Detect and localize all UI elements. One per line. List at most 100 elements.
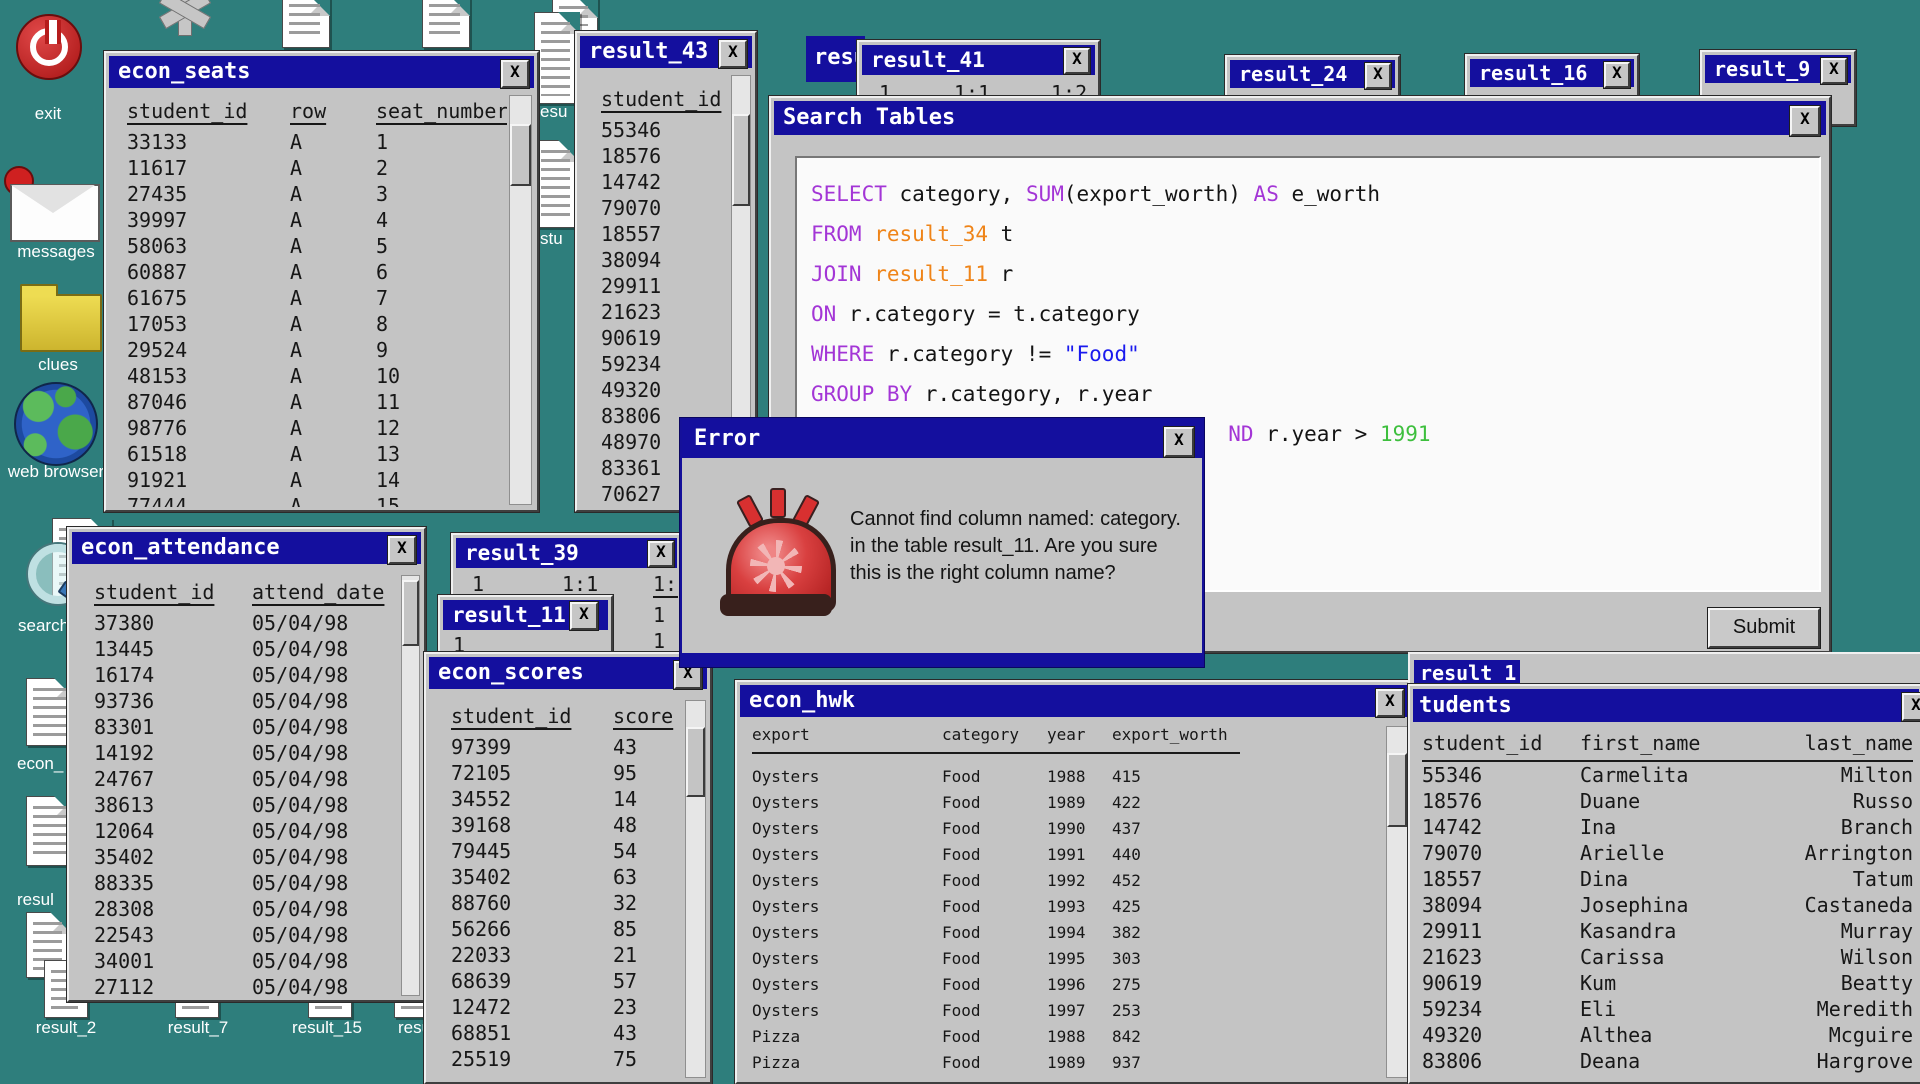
table-cell: 55346 — [1422, 762, 1580, 788]
close-icon[interactable]: X — [570, 602, 598, 630]
document-icon[interactable] — [534, 140, 580, 228]
submit-button[interactable]: Submit — [1708, 608, 1820, 648]
table-cell: Food — [942, 998, 1047, 1024]
table-cell: 39997 — [127, 207, 290, 233]
envelope-icon[interactable] — [10, 184, 100, 242]
table-students: student_idfirst_namelast_name55346Carmel… — [1422, 730, 1913, 1079]
table-header-row: student_idfirst_namelast_name — [1422, 730, 1913, 762]
close-icon[interactable]: X — [1064, 48, 1090, 74]
desktop-icon-label-esu[interactable]: esu — [540, 102, 567, 122]
close-icon[interactable]: X — [1164, 427, 1194, 457]
titlebar[interactable]: result_41 — [862, 45, 1095, 75]
table-cell: 18576 — [601, 143, 729, 169]
desktop-icon-label-search[interactable]: search — [18, 616, 69, 636]
scrollbar-thumb[interactable] — [1387, 753, 1407, 827]
window-econ-scores: econ_scores X student_idscore97399437210… — [424, 652, 712, 1084]
desktop-icon-label-econ[interactable]: econ_ — [17, 754, 63, 774]
table-row: OystersFood1996275 — [752, 972, 1240, 998]
table-cell: 49320 — [601, 377, 729, 403]
desktop-icon-label-exit[interactable]: exit — [0, 104, 96, 124]
table-cell: Dina — [1580, 866, 1803, 892]
close-icon[interactable]: X — [1376, 689, 1404, 717]
column-header: student_id — [1422, 730, 1580, 760]
power-icon[interactable] — [16, 14, 82, 80]
table-cell: 6 — [376, 259, 507, 285]
scrollbar-track[interactable] — [509, 95, 532, 505]
table-cell: 05/04/98 — [252, 688, 402, 714]
titlebar[interactable]: Search Tables — [774, 101, 1826, 135]
desktop-icon-label-messages[interactable]: messages — [0, 242, 112, 262]
table-cell: 27435 — [127, 181, 290, 207]
error-message-line: in the table result_11. Are you sure — [850, 533, 1192, 560]
table-cell: Hargrove — [1803, 1048, 1913, 1074]
scrollbar-thumb[interactable] — [686, 727, 705, 797]
titlebar[interactable]: tudents — [1413, 689, 1919, 722]
window-students: tudents X student_idfirst_namelast_name5… — [1408, 684, 1920, 1084]
document-icon[interactable] — [534, 12, 580, 104]
desktop-icon-label-result-7[interactable]: result_7 — [146, 1018, 250, 1038]
table-cell: Josephina — [1580, 892, 1803, 918]
titlebar[interactable]: Error — [682, 420, 1202, 458]
scrollbar-thumb[interactable] — [510, 124, 531, 186]
table-cell: 3 — [376, 181, 507, 207]
desktop-icon-label-resul[interactable]: resul — [17, 890, 54, 910]
desktop-icon-label-result-2[interactable]: result_2 — [14, 1018, 118, 1038]
desktop-icon-label-stu[interactable]: stu — [540, 229, 563, 249]
table-cell: 437 — [1112, 816, 1240, 842]
titlebar[interactable]: econ_seats — [109, 56, 534, 88]
desktop: { "chrome": { "close_label": "X" }, "col… — [0, 0, 1920, 1080]
desktop-icon-label-clues[interactable]: clues — [2, 355, 114, 375]
close-icon[interactable]: X — [501, 60, 529, 88]
folder-icon[interactable] — [20, 294, 102, 352]
table-cell: A — [290, 389, 376, 415]
document-icon[interactable] — [422, 0, 470, 48]
table-row: 2254305/04/98 — [94, 922, 402, 948]
globe-icon[interactable] — [14, 382, 98, 466]
table-cell: Kum — [1580, 970, 1803, 996]
table-cell: Oysters — [752, 764, 942, 790]
table-cell: 68851 — [451, 1020, 613, 1046]
table-cell: 13445 — [94, 636, 252, 662]
close-icon[interactable]: X — [648, 541, 674, 567]
scrollbar-track[interactable] — [685, 700, 706, 1078]
close-icon[interactable]: X — [1365, 63, 1391, 89]
scrollbar-track[interactable] — [1386, 726, 1408, 1078]
desktop-icon-label-result-15[interactable]: result_15 — [272, 1018, 382, 1038]
scrollbar-thumb[interactable] — [402, 580, 419, 646]
table-cell: 39168 — [451, 812, 613, 838]
window-result-fragment-strip: result_1 — [1408, 652, 1920, 688]
table-cell: 1995 — [1047, 946, 1112, 972]
table-cell: 382 — [1112, 920, 1240, 946]
desktop-icon-label-web-browser[interactable]: web browser — [0, 462, 112, 482]
table-row: 2830805/04/98 — [94, 896, 402, 922]
table-cell: 13 — [376, 441, 507, 467]
titlebar[interactable]: result_39 — [456, 538, 677, 568]
table-header-row: student_idrowseat_number — [127, 98, 507, 129]
window-title: result_41 — [871, 45, 985, 75]
table-cell: Meredith — [1803, 996, 1913, 1022]
close-icon[interactable]: X — [388, 536, 416, 564]
table-row: 3861305/04/98 — [94, 792, 402, 818]
column-header: attend_date — [252, 579, 402, 610]
star-icon[interactable] — [152, 0, 216, 40]
table-cell: 14 — [376, 467, 507, 493]
sql-line: SELECT category, SUM(export_worth) AS e_… — [811, 174, 1819, 214]
table-cell: 29524 — [127, 337, 290, 363]
titlebar[interactable]: econ_scores — [429, 657, 707, 689]
table-cell: Milton — [1803, 762, 1913, 788]
window-title: result_16 — [1479, 59, 1587, 87]
table-row: 39997A4 — [127, 207, 507, 233]
titlebar[interactable]: econ_attendance — [72, 532, 421, 564]
close-icon[interactable]: X — [1902, 693, 1920, 721]
document-icon[interactable] — [282, 0, 330, 48]
scrollbar-thumb[interactable] — [732, 114, 750, 206]
table-cell: Carissa — [1580, 944, 1803, 970]
close-icon[interactable]: X — [1790, 106, 1820, 136]
close-icon[interactable]: X — [1821, 58, 1847, 84]
table-cell: 18576 — [1422, 788, 1580, 814]
titlebar[interactable]: econ_hwk — [740, 685, 1409, 717]
scrollbar-track[interactable] — [401, 575, 420, 996]
close-icon[interactable]: X — [719, 40, 747, 68]
table-cell: 54 — [613, 838, 682, 864]
close-icon[interactable]: X — [1604, 62, 1630, 88]
